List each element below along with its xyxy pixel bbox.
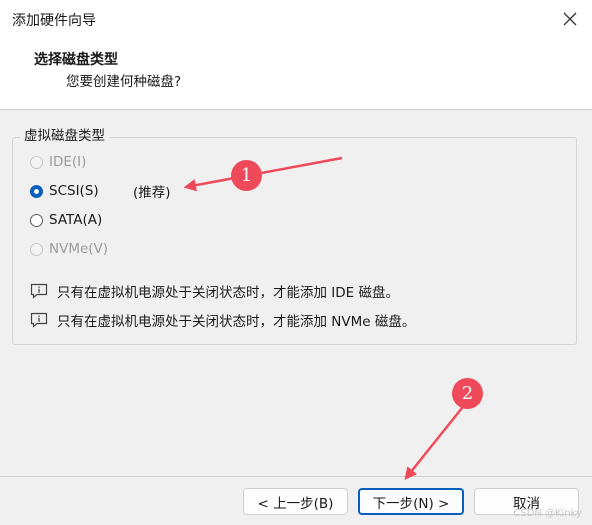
annotation-badge-2: 2 [452,378,483,409]
annotation-arrow-1 [183,156,343,192]
annotation-arrows [183,156,467,480]
annotation-arrow-2 [404,402,467,480]
annotation-badge-1: 1 [231,160,262,191]
watermark: CSDN @Kinky [513,508,582,519]
